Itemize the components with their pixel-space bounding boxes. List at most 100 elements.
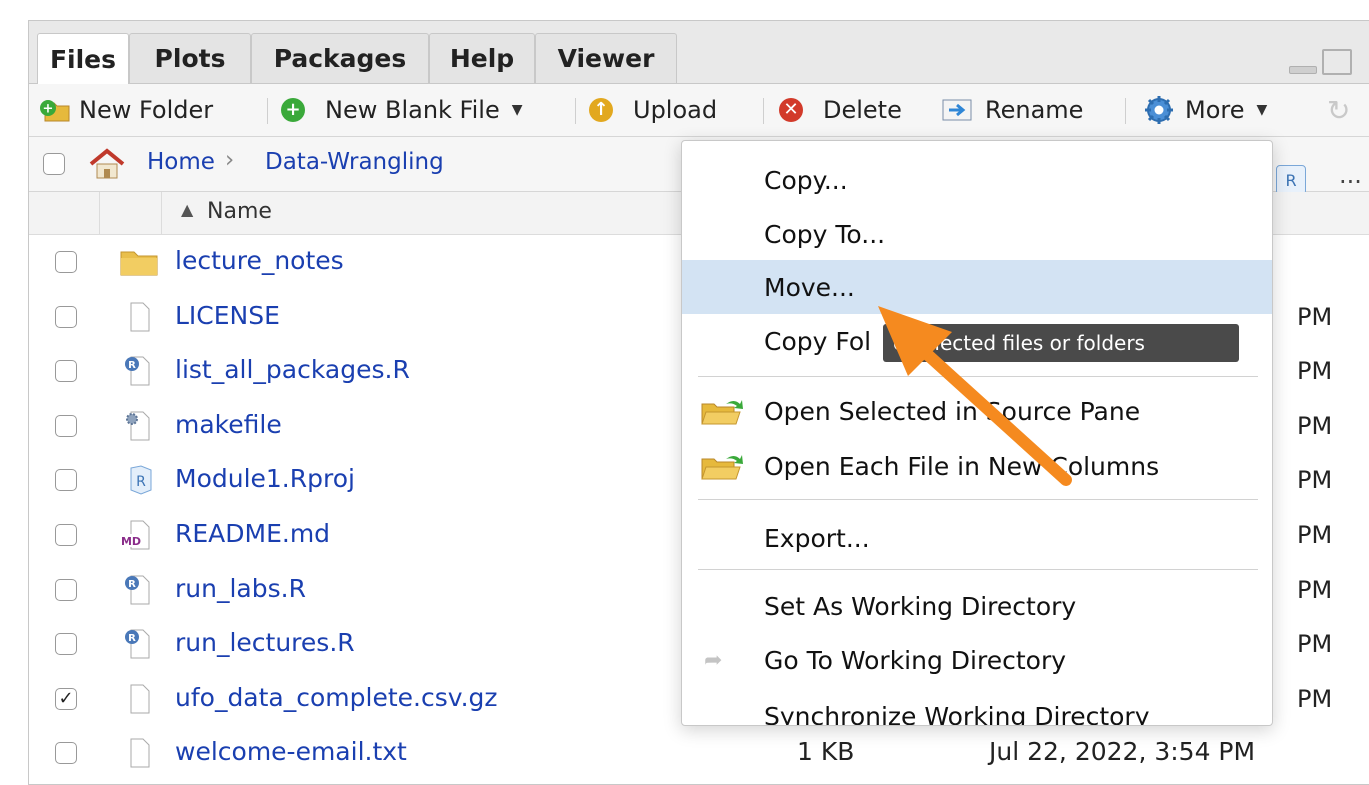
svg-text:R: R bbox=[136, 474, 146, 490]
tooltip: e selected files or folders bbox=[883, 324, 1239, 362]
modified-suffix: PM bbox=[1297, 411, 1333, 440]
open-folder-icon bbox=[701, 455, 743, 480]
modified-suffix: PM bbox=[1297, 630, 1333, 659]
modified-suffix: PM bbox=[1297, 357, 1333, 386]
row-checkbox[interactable] bbox=[55, 633, 77, 656]
row-checkbox[interactable] bbox=[55, 414, 77, 437]
delete-label: Delete bbox=[823, 96, 902, 124]
file-size: 1 KB bbox=[797, 737, 855, 767]
file-modified: Jul 22, 2022, 3:54 PM bbox=[989, 737, 1256, 767]
svg-text:MD: MD bbox=[121, 535, 141, 548]
more-dropdown-menu: Copy... Copy To... Move... Copy Fol Open… bbox=[681, 140, 1273, 726]
menu-item-move[interactable]: Move... bbox=[682, 260, 1272, 314]
refresh-icon[interactable]: ↻ bbox=[1327, 84, 1350, 136]
menu-item-label: Export... bbox=[764, 523, 870, 553]
rename-icon bbox=[942, 99, 972, 121]
row-checkbox[interactable] bbox=[55, 578, 77, 601]
maximize-pane-button[interactable] bbox=[1322, 49, 1352, 75]
rproject-icon[interactable]: R bbox=[1276, 165, 1306, 195]
chevron-down-icon: ▼ bbox=[511, 102, 523, 118]
row-checkbox[interactable] bbox=[55, 742, 77, 765]
breadcrumb-separator-icon: › bbox=[225, 147, 235, 173]
tab-files[interactable]: Files bbox=[37, 33, 129, 84]
svg-text:R: R bbox=[128, 579, 136, 590]
r-file-icon: R bbox=[125, 356, 150, 386]
modified-suffix: PM bbox=[1297, 302, 1333, 331]
toolbar-divider bbox=[1125, 98, 1126, 124]
more-button[interactable]: More ▼ bbox=[1143, 84, 1267, 136]
svg-text:+: + bbox=[43, 102, 54, 117]
table-row[interactable]: welcome-email.txt 1 KB Jul 22, 2022, 3:5… bbox=[29, 726, 1369, 781]
menu-item-open-selected[interactable]: Open Selected in Source Pane bbox=[682, 384, 1272, 438]
menu-item-go-to-working-directory[interactable]: ➦ Go To Working Directory bbox=[682, 633, 1272, 687]
upload-icon: ↑ bbox=[589, 98, 613, 122]
files-toolbar: + New Folder + New Blank File ▼ ↑ Upload… bbox=[29, 84, 1369, 137]
column-divider bbox=[99, 192, 100, 234]
new-folder-button[interactable]: + New Folder bbox=[39, 84, 213, 136]
tab-packages[interactable]: Packages bbox=[251, 33, 429, 83]
new-blank-file-button[interactable]: + New Blank File ▼ bbox=[281, 84, 523, 136]
tab-help[interactable]: Help bbox=[429, 33, 535, 83]
row-checkbox[interactable] bbox=[55, 469, 77, 492]
open-folder-icon bbox=[701, 400, 743, 425]
minimize-pane-button[interactable] bbox=[1289, 66, 1317, 74]
menu-item-copy-to[interactable]: Copy To... bbox=[682, 207, 1272, 261]
new-folder-icon: + bbox=[40, 100, 70, 122]
menu-item-copy[interactable]: Copy... bbox=[682, 153, 1272, 207]
r-file-icon: R bbox=[125, 629, 150, 659]
menu-item-label: Open Each File in New Columns bbox=[764, 451, 1160, 481]
file-name-link[interactable]: run_lectures.R bbox=[175, 628, 355, 657]
menu-item-label: Copy Fol bbox=[764, 326, 872, 356]
row-checkbox[interactable] bbox=[55, 251, 77, 273]
menu-item-set-working-directory[interactable]: Set As Working Directory bbox=[682, 579, 1272, 633]
tab-plots[interactable]: Plots bbox=[129, 33, 251, 83]
menu-item-label: Copy To... bbox=[764, 219, 886, 249]
toolbar-divider bbox=[763, 98, 764, 124]
menu-item-label: Go To Working Directory bbox=[764, 645, 1067, 675]
modified-suffix: PM bbox=[1297, 466, 1333, 495]
menu-item-open-each[interactable]: Open Each File in New Columns bbox=[682, 439, 1272, 493]
breadcrumb-home[interactable]: Home bbox=[147, 149, 215, 175]
file-name-link[interactable]: LICENSE bbox=[175, 301, 280, 330]
rename-label: Rename bbox=[985, 96, 1084, 124]
file-name-link[interactable]: welcome-email.txt bbox=[175, 737, 407, 766]
menu-item-label: Open Selected in Source Pane bbox=[764, 396, 1141, 426]
modified-suffix: PM bbox=[1297, 575, 1333, 604]
row-checkbox-checked[interactable]: ✓ bbox=[55, 687, 77, 710]
tooltip-text: e selected files or folders bbox=[893, 331, 1145, 355]
new-blank-file-label: New Blank File bbox=[325, 96, 500, 124]
r-file-icon: R bbox=[125, 575, 150, 605]
toolbar-divider bbox=[267, 98, 268, 124]
column-header-name[interactable]: Name bbox=[207, 199, 272, 224]
svg-text:R: R bbox=[128, 633, 136, 644]
file-name-link[interactable]: ufo_data_complete.csv.gz bbox=[175, 683, 498, 712]
menu-divider bbox=[698, 499, 1258, 500]
file-name-link[interactable]: list_all_packages.R bbox=[175, 355, 410, 384]
upload-label: Upload bbox=[633, 96, 718, 124]
file-name-link[interactable]: lecture_notes bbox=[175, 246, 344, 275]
svg-text:R: R bbox=[128, 360, 136, 371]
file-name-link[interactable]: makefile bbox=[175, 410, 282, 439]
folder-icon bbox=[120, 251, 158, 276]
menu-item-label: Copy... bbox=[764, 165, 848, 195]
file-name-link[interactable]: Module1.Rproj bbox=[175, 464, 355, 493]
delete-icon: ✕ bbox=[779, 98, 803, 122]
breadcrumb-data-wrangling[interactable]: Data-Wrangling bbox=[265, 149, 444, 175]
tab-viewer[interactable]: Viewer bbox=[535, 33, 677, 83]
menu-item-synchronize-working-directory[interactable]: Synchronize Working Directory bbox=[682, 689, 1272, 726]
home-icon[interactable] bbox=[87, 147, 127, 181]
upload-button[interactable]: ↑ Upload bbox=[589, 84, 717, 136]
menu-item-export[interactable]: Export... bbox=[682, 511, 1272, 565]
gear-file-icon bbox=[126, 411, 150, 441]
more-path-options[interactable]: ... bbox=[1339, 161, 1362, 189]
delete-button[interactable]: ✕ Delete bbox=[779, 84, 902, 136]
file-name-link[interactable]: run_labs.R bbox=[175, 574, 306, 603]
add-circle-icon: + bbox=[281, 98, 305, 122]
file-name-link[interactable]: README.md bbox=[175, 519, 330, 548]
row-checkbox[interactable] bbox=[55, 305, 77, 328]
select-all-checkbox[interactable] bbox=[43, 153, 65, 175]
row-checkbox[interactable] bbox=[55, 360, 77, 383]
row-checkbox[interactable] bbox=[55, 523, 77, 546]
rename-button[interactable]: Rename bbox=[941, 84, 1083, 136]
gear-icon bbox=[1145, 96, 1173, 124]
